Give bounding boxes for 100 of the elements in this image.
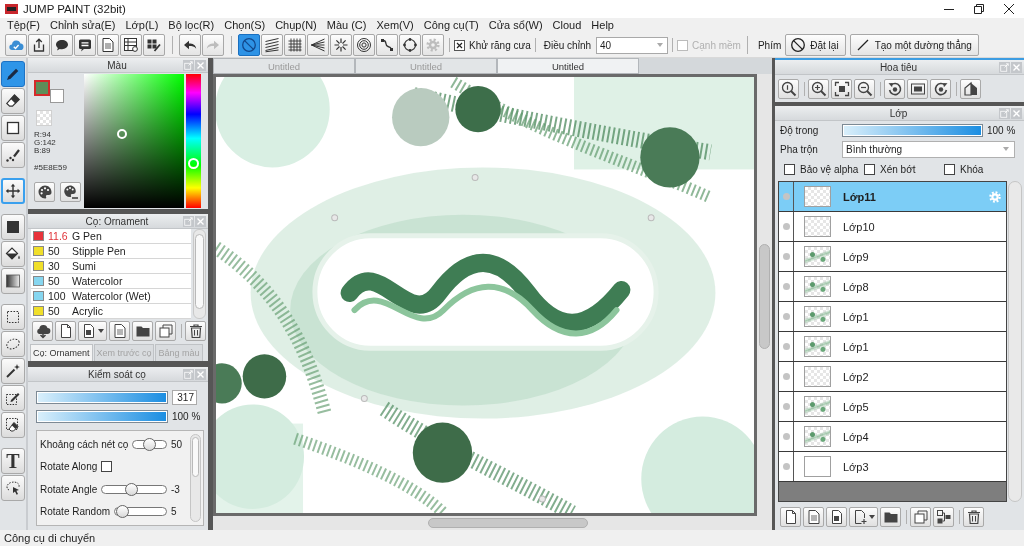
filled-document-button[interactable] <box>826 507 847 527</box>
slider-thumb[interactable] <box>143 437 157 451</box>
house-button[interactable] <box>960 78 981 99</box>
slider[interactable] <box>114 505 167 519</box>
dotted-line-button[interactable] <box>1 142 25 168</box>
frame-button[interactable] <box>831 78 852 99</box>
layer-row[interactable]: Lớp9 <box>779 242 1006 272</box>
color-picker-handle[interactable] <box>117 129 127 139</box>
brush-list-item[interactable]: 100 Watercolor (Wet) <box>31 289 191 304</box>
cloud-check-button[interactable] <box>5 34 27 56</box>
menu-item[interactable]: Bộ lọc(R) <box>163 18 220 33</box>
dot-icon[interactable] <box>782 223 790 230</box>
blend-mode-dropdown[interactable]: Bình thường <box>842 140 1015 158</box>
speech-bubble-button[interactable] <box>51 34 73 56</box>
document-tab[interactable]: Untitled <box>497 58 639 74</box>
selection-eraser-button[interactable] <box>1 412 25 438</box>
menu-item[interactable]: Help <box>586 18 619 33</box>
scrollbar[interactable] <box>1008 181 1022 502</box>
linked-squares-button[interactable] <box>933 507 954 527</box>
rotate-right-button[interactable] <box>930 78 951 99</box>
new-document-button[interactable] <box>780 507 801 527</box>
text-tool-button[interactable]: T <box>1 448 25 474</box>
filled-document-button[interactable] <box>78 321 107 341</box>
move-button[interactable] <box>1 178 25 204</box>
pen-button[interactable] <box>1 61 25 87</box>
grid-pencil-button[interactable] <box>143 34 165 56</box>
add-document-button[interactable] <box>849 507 878 527</box>
dot-icon[interactable] <box>782 403 790 410</box>
menu-item[interactable]: Cloud <box>547 18 587 33</box>
hue-slider[interactable] <box>186 74 201 208</box>
ellipse-points-button[interactable] <box>399 34 421 56</box>
radial-lines-button[interactable] <box>330 34 352 56</box>
table-button[interactable] <box>120 34 142 56</box>
scrollbar-thumb[interactable] <box>195 234 204 309</box>
layer-row[interactable]: Lớp1 <box>779 302 1006 332</box>
selection-pen-button[interactable] <box>1 385 25 411</box>
magic-wand-button[interactable] <box>1 358 25 384</box>
checkbox[interactable] <box>454 39 465 51</box>
rotate-left-button[interactable] <box>884 78 905 99</box>
curve-button[interactable] <box>376 34 398 56</box>
dot-icon[interactable] <box>782 313 790 320</box>
scrollbar[interactable] <box>757 74 772 516</box>
marquee-button[interactable] <box>1 304 25 330</box>
document-button[interactable] <box>97 34 119 56</box>
scrollbar-thumb[interactable] <box>192 437 199 477</box>
layer-row[interactable]: Lớp5 <box>779 392 1006 422</box>
layer-row[interactable]: Lớp3 <box>779 452 1006 482</box>
trash-button[interactable] <box>963 507 984 527</box>
menu-item[interactable]: Tệp(F) <box>2 18 45 33</box>
document-button[interactable] <box>803 507 824 527</box>
checker-swatch-icon[interactable] <box>36 110 52 126</box>
perspective-lines-button[interactable] <box>307 34 329 56</box>
scrollbar-thumb[interactable] <box>428 518 588 528</box>
straight-line-button[interactable]: Tạo một đường thẳng <box>849 34 979 56</box>
canvas-artwork-drawing[interactable] <box>216 77 754 513</box>
brush-list-item[interactable]: 11.6 G Pen <box>31 229 191 244</box>
size-input[interactable]: 317 <box>172 389 197 405</box>
upload-button[interactable] <box>28 34 50 56</box>
filled-square-button[interactable] <box>1 214 25 240</box>
palette-minus-button[interactable] <box>60 182 81 202</box>
menu-item[interactable]: Chọn(S) <box>219 18 271 33</box>
slider-thumb[interactable] <box>125 482 138 496</box>
correction-dropdown[interactable]: 40 <box>596 36 669 54</box>
scrollbar[interactable] <box>193 229 206 319</box>
brush-list-item[interactable]: 50 Watercolor <box>31 274 191 289</box>
scrollbar[interactable] <box>190 434 201 522</box>
document-button[interactable] <box>109 321 130 341</box>
grid-button[interactable] <box>284 34 306 56</box>
color-picker-square[interactable] <box>84 74 184 208</box>
framed-rectangle-button[interactable] <box>907 78 928 99</box>
layer-row[interactable]: Lớp4 <box>779 422 1006 452</box>
concentric-circles-button[interactable] <box>353 34 375 56</box>
menu-item[interactable]: Chụp(N) <box>270 18 322 33</box>
new-document-button[interactable] <box>55 321 76 341</box>
checkbox[interactable] <box>864 163 875 175</box>
dot-icon[interactable] <box>782 433 790 440</box>
slider[interactable] <box>132 437 167 451</box>
trash-button[interactable] <box>185 321 206 341</box>
gradient-button[interactable] <box>1 268 25 294</box>
copy-button[interactable] <box>910 507 931 527</box>
zoom-in-button[interactable] <box>808 78 829 99</box>
dot-icon[interactable] <box>782 463 790 470</box>
scrollbar-thumb[interactable] <box>759 244 770 349</box>
hue-slider-handle[interactable] <box>188 157 199 169</box>
brush-list-item[interactable]: 30 Sumi <box>31 259 191 274</box>
dot-icon[interactable] <box>782 343 790 350</box>
menu-item[interactable]: Xem(V) <box>371 18 419 33</box>
menu-item[interactable]: Cửa sổ(W) <box>483 18 548 33</box>
dot-icon[interactable] <box>782 283 790 290</box>
lasso-arrow-button[interactable] <box>1 475 25 501</box>
folder-button[interactable] <box>880 507 901 527</box>
dot-icon[interactable] <box>782 373 790 380</box>
layer-row[interactable]: Lớp2 <box>779 362 1006 392</box>
cloud-download-button[interactable] <box>32 321 53 341</box>
brush-list-item[interactable]: 50 Acrylic <box>31 304 191 319</box>
copy-button[interactable] <box>155 321 176 341</box>
brush-list-item[interactable]: 50 Stipple Pen <box>31 244 191 259</box>
magnifier-button[interactable] <box>778 78 799 99</box>
palette-button[interactable] <box>34 182 55 202</box>
layer-row[interactable]: Lớp8 <box>779 272 1006 302</box>
